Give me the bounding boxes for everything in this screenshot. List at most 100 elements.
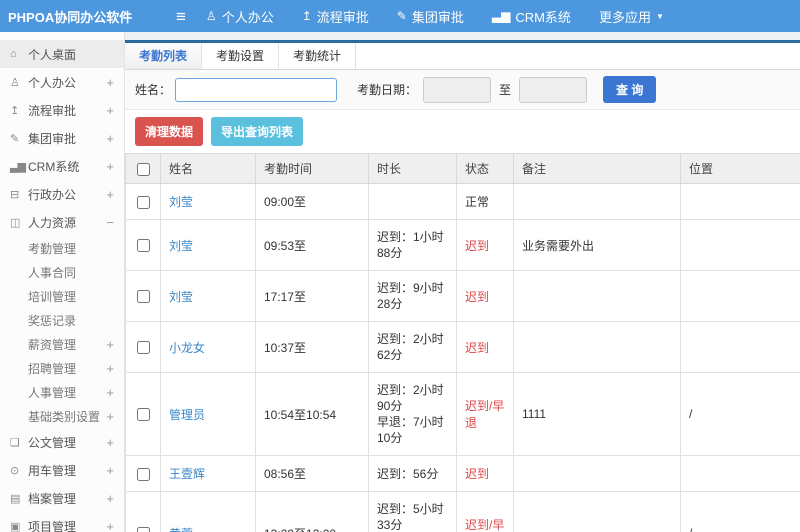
select-all-checkbox[interactable] <box>136 162 150 176</box>
status-cell: 迟到 <box>456 270 514 322</box>
column-header-location: 位置 <box>680 153 800 184</box>
row-checkbox[interactable] <box>136 195 150 209</box>
expand-toggle-icon[interactable]: + <box>106 159 114 174</box>
date-from-input[interactable] <box>423 76 492 103</box>
column-header-status: 状态 <box>456 153 514 184</box>
expand-toggle-icon[interactable]: + <box>106 385 114 400</box>
navbar-item-label: 更多应用 <box>598 9 651 25</box>
date-to-input[interactable] <box>519 76 588 103</box>
note-cell <box>513 491 681 532</box>
sidebar-sub-item[interactable]: 考勤管理 <box>0 236 124 260</box>
navbar-item[interactable]: ✎ 集团审批 <box>397 7 464 26</box>
late-duration-text: 迟到：2小时62分 <box>377 332 444 362</box>
employee-name-link[interactable]: 小龙女 <box>169 341 205 355</box>
navbar-item[interactable]: ↥ 流程审批 <box>302 7 369 26</box>
row-checkbox[interactable] <box>136 527 150 532</box>
employee-name-link[interactable]: 刘莹 <box>169 195 193 209</box>
tab[interactable]: 考勤列表 <box>125 43 203 69</box>
name-cell: 管理员 <box>160 372 256 456</box>
checkbox-cell <box>125 372 161 456</box>
employee-name-link[interactable]: 黄蓉 <box>169 527 193 532</box>
expand-toggle-icon[interactable]: + <box>106 361 114 376</box>
sidebar-sub-item[interactable]: 人事合同 <box>0 260 124 284</box>
employee-name-link[interactable]: 刘莹 <box>169 290 193 304</box>
duration-cell: 迟到：2小时62分 <box>368 321 457 373</box>
caret-down-icon: ▼ <box>655 11 664 21</box>
sidebar-item[interactable]: ⊙ 用车管理 + <box>0 456 124 484</box>
status-cell: 迟到 <box>456 219 514 271</box>
late-duration-text: 迟到：56分 <box>377 466 439 481</box>
sidebar-sub-item[interactable]: 基础类别设置 + <box>0 404 124 428</box>
time-cell: 17:17至 <box>255 270 369 322</box>
sidebar-item[interactable]: ↥ 流程审批 + <box>0 96 124 124</box>
document-icon: ❏ <box>10 436 20 449</box>
row-checkbox[interactable] <box>136 290 150 304</box>
navbar-item[interactable]: 更多应用 ▼ <box>599 7 664 26</box>
sidebar-item[interactable]: ◫ 人力资源 − <box>0 208 124 236</box>
note-cell <box>513 183 681 220</box>
chart-icon: ▃▆ <box>491 9 511 23</box>
duration-cell <box>368 183 457 220</box>
employee-name-link[interactable]: 管理员 <box>169 408 205 422</box>
row-checkbox[interactable] <box>136 467 150 481</box>
expand-toggle-icon[interactable]: + <box>106 463 114 478</box>
app-window: PHPOA协同办公软件 ≡ ♙ 个人办公 ↥ 流程审批 ✎ 集团审批 ▃▆ CR… <box>0 0 800 532</box>
sidebar-sub-item[interactable]: 招聘管理 + <box>0 356 124 380</box>
name-cell: 刘莹 <box>160 183 256 220</box>
navbar-item[interactable]: ♙ 个人办公 <box>206 7 274 26</box>
navbar-item[interactable]: ▃▆ CRM系统 <box>492 7 571 26</box>
status-badge: 迟到 <box>465 289 490 304</box>
search-button[interactable]: 查 询 <box>603 76 657 103</box>
row-checkbox[interactable] <box>136 408 150 422</box>
sidebar-item[interactable]: ▤ 档案管理 + <box>0 484 124 512</box>
sidebar-item[interactable]: ✎ 集团审批 + <box>0 124 124 152</box>
name-cell: 王壹辉 <box>160 455 256 492</box>
name-filter-input[interactable] <box>175 77 338 102</box>
sidebar-item-label: 集团审批 <box>28 131 77 146</box>
sidebar-item[interactable]: ⌂ 个人桌面 <box>0 40 124 68</box>
sidebar-sub-item[interactable]: 奖惩记录 <box>0 308 124 332</box>
sidebar-sub-item[interactable]: 薪资管理 + <box>0 332 124 356</box>
expand-toggle-icon[interactable]: + <box>106 187 114 202</box>
edit-icon: ✎ <box>396 9 407 23</box>
sidebar-item-label: CRM系统 <box>28 159 80 174</box>
sidebar-item[interactable]: ▣ 项目管理 + <box>0 512 124 532</box>
status-badge: 迟到 <box>465 467 490 481</box>
row-checkbox[interactable] <box>136 341 150 355</box>
sidebar-item[interactable]: ▃▆ CRM系统 + <box>0 152 124 180</box>
table-row: 黄蓉 13:20至13:20 迟到：5小时33分 早退：4小时67分 迟到/早退 <box>125 491 800 532</box>
time-cell: 10:37至 <box>255 321 369 373</box>
expand-toggle-icon[interactable]: + <box>106 435 114 450</box>
expand-toggle-icon[interactable]: + <box>106 519 114 532</box>
late-duration-text: 迟到：1小时88分 <box>377 230 444 260</box>
note-cell <box>513 455 681 492</box>
expand-toggle-icon[interactable]: + <box>106 103 114 118</box>
expand-toggle-icon[interactable]: + <box>106 75 114 90</box>
sidebar-sub-item[interactable]: 培训管理 <box>0 284 124 308</box>
sidebar-sub-item[interactable]: 人事管理 + <box>0 380 124 404</box>
tab[interactable]: 考勤统计 <box>279 43 357 69</box>
row-checkbox[interactable] <box>136 239 150 253</box>
clean-data-button[interactable]: 清理数据 <box>135 117 204 146</box>
sidebar-item-label: 用车管理 <box>28 463 77 478</box>
expand-toggle-icon[interactable]: + <box>106 409 114 424</box>
expand-toggle-icon[interactable]: + <box>106 491 114 506</box>
sidebar-sub-item-label: 薪资管理 <box>28 337 77 352</box>
duration-cell: 迟到：5小时33分 早退：4小时67分 <box>368 491 457 532</box>
hamburger-menu-icon[interactable]: ≡ <box>176 8 186 25</box>
checkbox-cell <box>125 219 161 271</box>
sidebar-item[interactable]: ♙ 个人办公 + <box>0 68 124 96</box>
sidebar-sub-items: 考勤管理 人事合同 培训管理 奖惩记录 薪资管理 + 招聘管理 + 人事管理 +… <box>0 236 124 428</box>
sidebar-sub-item-label: 人事合同 <box>28 265 77 280</box>
employee-name-link[interactable]: 刘莹 <box>169 239 193 253</box>
select-all-cell <box>125 153 161 184</box>
tab[interactable]: 考勤设置 <box>202 43 280 69</box>
sidebar-item[interactable]: ❏ 公文管理 + <box>0 428 124 456</box>
sidebar-sub-item-label: 奖惩记录 <box>28 313 77 328</box>
expand-toggle-icon[interactable]: − <box>106 215 114 230</box>
export-list-button[interactable]: 导出查询列表 <box>211 117 304 146</box>
employee-name-link[interactable]: 王壹辉 <box>169 467 205 481</box>
expand-toggle-icon[interactable]: + <box>106 131 114 146</box>
expand-toggle-icon[interactable]: + <box>106 337 114 352</box>
sidebar-item[interactable]: ⊟ 行政办公 + <box>0 180 124 208</box>
